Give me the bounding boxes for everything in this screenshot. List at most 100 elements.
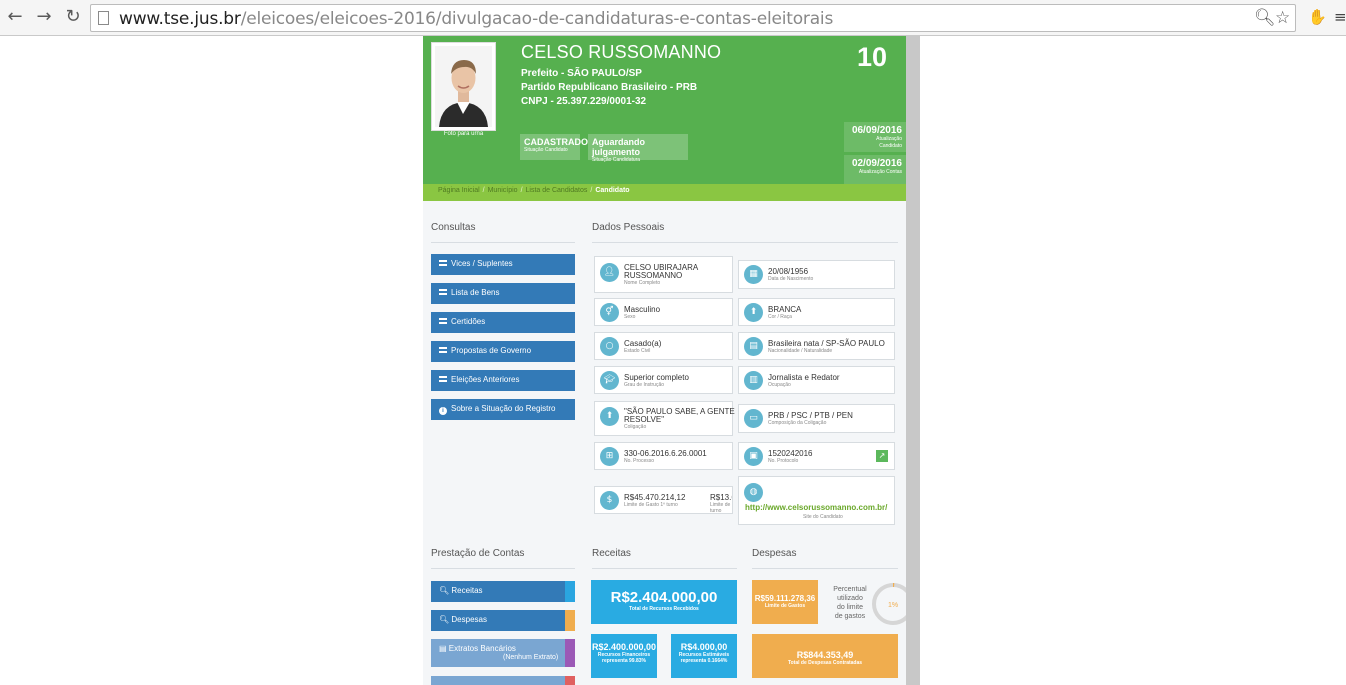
list-icon	[439, 260, 447, 266]
button-sublabel: (Nenhum Extrato)	[503, 654, 559, 661]
date-atualizacao-candidato: 06/09/2016 Atualização Candidato	[844, 122, 906, 152]
divider	[592, 568, 737, 569]
composicao-coligacao-card: ▭ PRB / PSC / PTB / PEN Composição da Co…	[738, 404, 895, 433]
menu-icon[interactable]: ≡	[1334, 8, 1346, 26]
money-label: representa 99.83%	[602, 658, 646, 664]
field-label: Site do Candidato	[803, 514, 843, 520]
coligacao-card: ⬆ "SÃO PAULO SABE, A GENTE RESOLVE" Coli…	[594, 401, 735, 436]
money-value: R$2.404.000,00	[610, 589, 718, 606]
user-icon: 👤︎	[600, 263, 619, 282]
field-label: Data de Nascimento	[768, 276, 814, 282]
propostas-de-governo-button[interactable]: Propostas de Governo	[431, 341, 575, 362]
field-label: Estado Civil	[624, 348, 651, 354]
zoom-icon[interactable]: 🔍︎	[1254, 8, 1276, 28]
despesas-contratadas-box: R$844.353,49 Total de Despesas Contratad…	[752, 634, 898, 678]
candidate-photo	[431, 42, 496, 131]
status-badge-candidatura: Aguardando julgamento Situação Candidatu…	[588, 134, 688, 163]
money-value: R$59.111.278,36	[754, 594, 816, 603]
search-icon: 🔍︎	[439, 586, 452, 595]
extratos-color-strip	[565, 639, 575, 667]
button-label: Lista de Bens	[451, 288, 500, 297]
breadcrumb: Página Inicial / Município / Lista de Candid…	[423, 184, 906, 201]
address-bar[interactable]: www.tse.jus.br/eleicoes/eleicoes-2016/di…	[90, 4, 1296, 32]
field-label: Grau de Instrução	[624, 382, 665, 388]
extension-icon[interactable]: ✋	[1308, 8, 1327, 26]
money-value: R$844.353,49	[796, 650, 854, 660]
eleicoes-anteriores-button[interactable]: Eleições Anteriores	[431, 370, 575, 391]
button-label: Eleições Anteriores	[451, 375, 520, 384]
button-label: Despesas	[451, 615, 487, 624]
consultas-title: Consultas	[431, 222, 476, 233]
despesas-button[interactable]: 🔍︎ Despesas	[431, 610, 565, 631]
field-label: Coligação	[624, 424, 647, 430]
back-arrow-icon[interactable]: ←	[4, 6, 26, 28]
sexo-card: ⚥ Masculino Sexo	[594, 298, 733, 326]
next-button[interactable]	[431, 676, 565, 685]
reload-icon[interactable]: ↻	[62, 6, 84, 28]
money-value: R$4.000,00	[680, 642, 728, 652]
money-label: Total de Recursos Recebidos	[629, 606, 699, 612]
field-value: Casado(a)	[624, 339, 662, 348]
breadcrumb-lista[interactable]: Lista de Candidatos	[526, 187, 588, 194]
data-nascimento-card: ▦ 20/08/1956 Data de Nascimento	[738, 260, 895, 289]
search-icon: 🔍︎	[439, 615, 452, 624]
certidoes-button[interactable]: Certidões	[431, 312, 575, 333]
receitas-button[interactable]: 🔍︎ Receitas	[431, 581, 565, 602]
recursos-financeiros-box: R$2.400.000,00 Recursos Financeiros repr…	[591, 634, 657, 678]
extratos-bancarios-button[interactable]: ▤ Extratos Bancários (Nenhum Extrato)	[431, 639, 565, 667]
candidate-office: Prefeito - SÃO PAULO/SP	[521, 68, 642, 79]
breadcrumb-municipio[interactable]: Município	[488, 187, 518, 194]
forward-arrow-icon[interactable]: →	[33, 6, 55, 28]
field-value: R$13.64	[710, 493, 732, 502]
portrait-image	[435, 46, 492, 127]
field-value: 1520242016	[768, 449, 813, 458]
candidate-name: CELSO RUSSOMANNO	[521, 42, 722, 62]
next-color-strip	[565, 676, 575, 685]
date-label: Candidato	[879, 143, 902, 149]
numero-protocolo-card: ▣ 1520242016 No. Protocolo ↗	[738, 442, 895, 470]
status-badge-candidato: CADASTRADO Situação Candidato	[520, 134, 588, 160]
gauge-value: 1%	[888, 602, 898, 609]
lista-de-bens-button[interactable]: Lista de Bens	[431, 283, 575, 304]
shirt-icon: ⬆	[600, 407, 619, 426]
vices-suplentes-button[interactable]: Vices / Suplentes	[431, 254, 575, 275]
external-link-icon[interactable]: ↗	[876, 450, 888, 462]
bookmark-star-icon[interactable]: ☆	[1275, 8, 1290, 28]
field-value: Masculino	[624, 305, 661, 314]
cor-raca-card: ⬆ BRANCA Cor / Raça	[738, 298, 895, 326]
book-icon: ▤	[744, 337, 763, 356]
list-icon	[439, 376, 447, 382]
button-label: Receitas	[451, 586, 483, 595]
field-value: PRB / PSC / PTB / PEN	[768, 411, 853, 420]
site-link[interactable]: http://www.celsorussomanno.com.br/	[745, 503, 887, 512]
page-edge	[906, 36, 920, 685]
page-icon	[98, 11, 109, 25]
total-recursos-box: R$2.404.000,00 Total de Recursos Recebid…	[591, 580, 737, 624]
globe-icon: ◍	[744, 483, 763, 502]
field-label: Ocupação	[768, 382, 791, 388]
field-value: Jornalista e Redator	[768, 373, 840, 382]
building-icon: ▥	[744, 371, 763, 390]
dados-pessoais-title: Dados Pessoais	[592, 222, 665, 233]
money-label: representa 0.1664%	[680, 658, 728, 664]
list-icon	[439, 347, 447, 353]
divider	[752, 568, 898, 569]
situacao-registro-button[interactable]: i Sobre a Situação do Registro	[431, 399, 575, 420]
divider	[592, 242, 898, 243]
candidate-party: Partido Republicano Brasileiro - PRB	[521, 82, 698, 93]
folder-icon: ▭	[744, 409, 763, 428]
date-atualizacao-contas: 02/09/2016 Atualização Contas	[844, 155, 906, 185]
divider	[431, 242, 575, 243]
field-value: Superior completo	[624, 373, 689, 382]
candidate-number: 10	[857, 42, 888, 72]
date-label: Atualização	[876, 136, 902, 142]
url-text[interactable]: www.tse.jus.br/eleicoes/eleicoes-2016/di…	[119, 9, 833, 29]
status-value: Aguardando julgamento	[592, 137, 645, 157]
document-icon: ▤	[439, 644, 449, 653]
button-label: Certidões	[451, 317, 486, 326]
field-label: Sexo	[624, 314, 636, 320]
breadcrumb-home[interactable]: Página Inicial	[438, 187, 480, 194]
field-label: Composição da Coligação	[768, 420, 827, 426]
field-value: RUSSOMANNO	[624, 271, 683, 280]
gauge-chart: 1%	[872, 583, 906, 625]
